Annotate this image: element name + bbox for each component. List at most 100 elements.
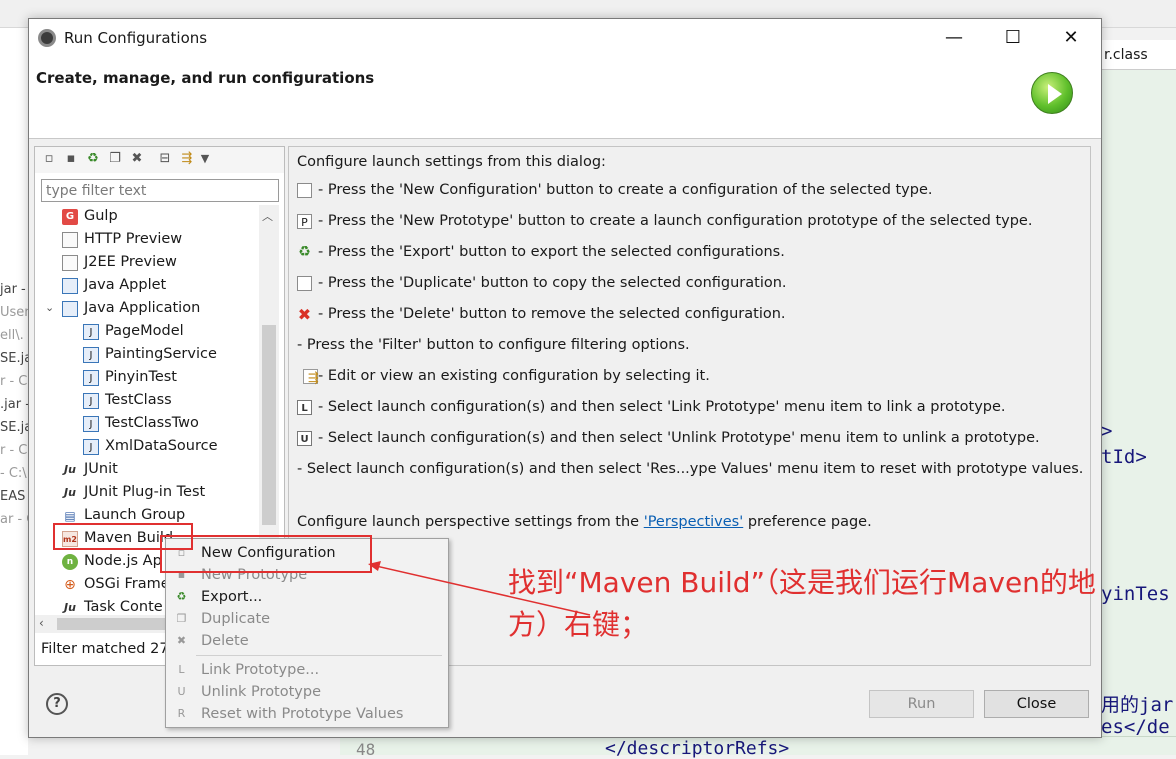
info-line: L- Select launch configuration(s) and th… [297,399,1006,415]
delete-icon: ✖ [176,634,187,647]
tree-item-task-context[interactable]: Ju Task Conte [62,596,163,615]
bg-code-line: tId> [1101,446,1147,468]
new-prototype-icon[interactable]: ▪ [63,151,79,167]
tree-item-label: J2EE Preview [84,254,177,270]
bg-fragment: r - C [0,443,28,458]
tree-item-junit[interactable]: Ju JUnit [62,458,118,481]
scrollbar-thumb[interactable] [262,325,276,525]
junit-icon: Ju [64,462,76,476]
java-class-icon: J [83,392,99,409]
tree-item-pinyintest[interactable]: J PinyinTest [83,366,177,389]
tree-item-http-preview[interactable]: HTTP Preview [62,228,182,251]
tree-item-label: Java Applet [84,277,167,293]
tree-item-label: Gulp [84,208,118,224]
eclipse-icon [38,29,56,47]
dialog-title: Run Configurations [64,29,208,47]
menu-item-delete[interactable]: ✖ Delete [166,630,448,652]
new-configuration-icon[interactable]: ▫ [41,151,57,167]
dialog-header: Create, manage, and run configurations [29,57,1101,139]
tree-item-java-application[interactable]: Java Application [62,297,200,320]
chevron-left-icon[interactable]: ‹ [39,616,44,630]
tree-item-junit-plugin-test[interactable]: Ju JUnit Plug-in Test [62,481,205,504]
java-class-icon: J [83,323,99,340]
new-configuration-icon [297,182,312,198]
background-editor-tab[interactable]: r.class [1101,40,1176,70]
tree-item-gulp[interactable]: G Gulp [62,205,118,228]
close-button[interactable]: Close [984,690,1089,718]
bg-code-line: > [1101,420,1113,442]
blank-icon [297,369,312,384]
tree-item-label: Node.js Ap [84,553,162,569]
tree-item-label: TestClassTwo [105,415,199,431]
background-left-panel: jar - Usen ell\. SE.ja r - C .jar - SE.j… [0,28,35,755]
bg-fragment: - C:\ [0,466,27,481]
tree-item-paintingservice[interactable]: J PaintingService [83,343,217,366]
junit-plugin-icon: Ju [64,485,76,499]
tree-item-testclass[interactable]: J TestClass [83,389,172,412]
menu-item-link-prototype[interactable]: L Link Prototype... [166,659,448,681]
collapse-all-icon[interactable]: ⊟ [157,151,173,167]
tree-item-label: JUnit [84,461,118,477]
menu-item-export[interactable]: ♻ Export... [166,586,448,608]
bg-code-line: </descriptorRefs> [605,738,790,759]
export-icon[interactable]: ♻ [85,151,101,167]
maximize-button[interactable]: ☐ [984,19,1042,57]
tree-item-pagemodel[interactable]: J PageModel [83,320,184,343]
unlink-prototype-icon: U [297,430,312,446]
tree-item-label: HTTP Preview [84,231,183,247]
launch-group-icon: ▤ [64,508,76,523]
tree-item-label: Task Conte [84,599,163,615]
menu-separator [196,655,442,656]
filter-input[interactable] [41,179,279,202]
bg-fragment: EAS [0,489,26,504]
nodejs-icon: n [62,553,78,570]
file-icon [62,254,78,271]
tree-item-xmldatasource[interactable]: J XmlDataSource [83,435,218,458]
java-app-icon [62,300,78,317]
tree-item-label: OSGi Frame [84,576,170,592]
menu-item-duplicate[interactable]: ❐ Duplicate [166,608,448,630]
export-icon: ♻ [298,243,311,260]
menu-item-unlink-prototype[interactable]: U Unlink Prototype [166,681,448,703]
tree-item-label: JUnit Plug-in Test [84,484,206,500]
info-line: ⇶ - Press the 'Filter' button to configur… [297,337,690,386]
tree-item-nodejs[interactable]: n Node.js Ap [62,550,162,573]
file-icon [62,231,78,248]
tree-item-testclasstwo[interactable]: J TestClassTwo [83,412,199,435]
delete-icon[interactable]: ✖ [129,151,145,167]
osgi-icon: ⊕ [64,576,76,593]
help-icon[interactable]: ? [46,693,68,715]
duplicate-icon: ❐ [176,612,187,625]
bg-fragment: ell\. [0,328,24,343]
tree-item-osgi[interactable]: ⊕ OSGi Frame [62,573,170,596]
perspectives-link[interactable]: 'Perspectives' [644,514,744,530]
new-prototype-icon: P [297,213,312,229]
menu-item-reset-prototype[interactable]: R Reset with Prototype Values [166,703,448,725]
close-window-button[interactable]: ✕ [1042,19,1100,57]
chevron-down-icon[interactable]: ⌄ [45,301,54,314]
java-class-icon: J [83,369,99,386]
duplicate-icon[interactable]: ❐ [107,151,123,167]
java-class-icon: J [83,438,99,455]
info-line: - Edit or view an existing configuration… [297,368,710,384]
filter-status: Filter matched 27 [41,641,169,657]
chevron-down-icon[interactable]: ▼ [197,151,213,167]
info-line: U- Select launch configuration(s) and th… [297,430,1040,446]
annotation-text: 找到“Maven Build”（这是我们运行Maven的地 方）右键； [508,566,1096,641]
tree-toolbar: ▫ ▪ ♻ ❐ ✖ ⊟ ⇶ ▼ [35,147,284,173]
header-title: Create, manage, and run configurations [36,69,375,87]
run-button[interactable]: Run [869,690,974,718]
tree-item-j2ee-preview[interactable]: J2EE Preview [62,251,177,274]
duplicate-icon [297,275,312,291]
java-class-icon: J [83,346,99,363]
bg-code-line: 用的jar [1101,694,1174,716]
tree-item-label: TestClass [105,392,172,408]
tree-item-java-applet[interactable]: Java Applet [62,274,166,297]
java-class-icon: J [83,415,99,432]
title-bar: Run Configurations — ☐ ✕ [29,19,1101,57]
reset-prototype-icon: R [177,707,186,720]
minimize-button[interactable]: — [925,19,983,57]
chevron-up-icon[interactable]: ︿ [262,208,273,224]
info-line: ♻ - Press the 'Export' button to export t… [298,243,785,260]
filter-icon[interactable]: ⇶ [179,151,195,167]
